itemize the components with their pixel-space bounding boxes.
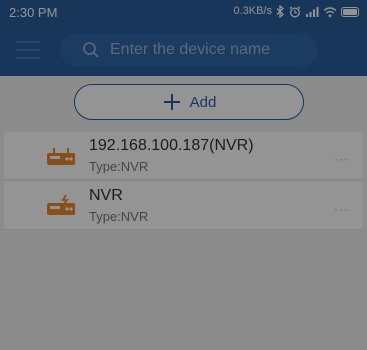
battery-icon bbox=[341, 6, 359, 17]
device-row[interactable]: 192.168.100.187(NVR) Type:NVR ··· bbox=[4, 132, 363, 180]
device-search-input[interactable] bbox=[110, 41, 310, 59]
network-speed: 0.3KB/s bbox=[233, 5, 272, 17]
screen: 2:30 PM 0.3KB/s Enter the device name Ad… bbox=[0, 0, 367, 350]
nvr-device-icon bbox=[47, 194, 75, 215]
plus-icon bbox=[163, 94, 180, 110]
signal-icon bbox=[306, 6, 319, 17]
app-header bbox=[0, 24, 367, 76]
search-box[interactable] bbox=[60, 33, 318, 67]
device-row[interactable]: NVR Type:NVR ··· bbox=[4, 182, 363, 230]
add-device-button[interactable]: Add bbox=[74, 84, 304, 120]
more-icon[interactable]: ··· bbox=[334, 152, 349, 166]
device-name: 192.168.100.187(NVR) bbox=[89, 137, 254, 154]
menu-icon[interactable] bbox=[16, 41, 40, 59]
alarm-icon bbox=[289, 6, 301, 17]
add-button-label: Add bbox=[189, 93, 217, 111]
bluetooth-icon bbox=[276, 5, 284, 18]
status-bar: 2:30 PM 0.3KB/s bbox=[0, 0, 367, 24]
status-time: 2:30 PM bbox=[9, 5, 58, 20]
device-type: Type:NVR bbox=[89, 209, 149, 224]
more-icon[interactable]: ··· bbox=[334, 202, 349, 216]
device-name: NVR bbox=[89, 187, 123, 204]
status-icons: 0.3KB/s bbox=[233, 5, 359, 18]
device-list: 192.168.100.187(NVR) Type:NVR ··· NVR Ty… bbox=[4, 132, 363, 230]
device-type: Type:NVR bbox=[89, 159, 149, 174]
nvr-device-icon bbox=[47, 148, 75, 165]
search-icon bbox=[83, 42, 99, 58]
wifi-icon bbox=[323, 6, 337, 17]
